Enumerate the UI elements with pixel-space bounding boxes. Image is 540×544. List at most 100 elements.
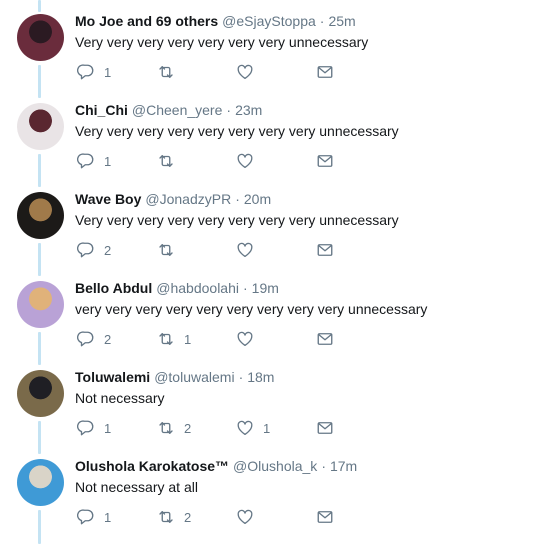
avatar[interactable] bbox=[17, 192, 64, 239]
reply-icon bbox=[77, 330, 95, 348]
retweet-icon bbox=[157, 241, 175, 259]
tweet-actions: 21 bbox=[75, 329, 355, 349]
like-button[interactable] bbox=[236, 62, 263, 82]
user-name[interactable]: Mo Joe and 69 others bbox=[75, 13, 218, 29]
retweet-count: 2 bbox=[184, 509, 192, 525]
direct-message-button[interactable] bbox=[316, 329, 334, 349]
timestamp[interactable]: 23m bbox=[235, 102, 262, 118]
user-handle[interactable]: @Cheen_yere bbox=[132, 102, 223, 118]
retweet-button[interactable]: 1 bbox=[157, 329, 191, 349]
reply-button[interactable]: 2 bbox=[77, 329, 111, 349]
reply-icon bbox=[77, 419, 95, 437]
separator-dot: · bbox=[238, 369, 244, 385]
user-handle[interactable]: @toluwalemi bbox=[154, 369, 234, 385]
reply-button[interactable]: 2 bbox=[77, 240, 111, 260]
reply-button[interactable]: 1 bbox=[77, 418, 111, 438]
direct-message-button[interactable] bbox=[316, 240, 334, 260]
like-button[interactable] bbox=[236, 329, 263, 349]
tweet-header: Wave Boy @JonadzyPR · 20m bbox=[75, 190, 271, 208]
direct-message-icon bbox=[316, 241, 334, 259]
direct-message-button[interactable] bbox=[316, 151, 334, 171]
user-name[interactable]: Chi_Chi bbox=[75, 102, 128, 118]
tweet-text: Very very very very very very very very … bbox=[75, 212, 399, 228]
timestamp[interactable]: 19m bbox=[252, 280, 279, 296]
avatar[interactable] bbox=[17, 459, 64, 506]
retweet-icon bbox=[157, 330, 175, 348]
replie-count: 1 bbox=[104, 509, 112, 525]
avatar[interactable] bbox=[17, 281, 64, 328]
retweet-count: 1 bbox=[184, 331, 192, 347]
retweet-button[interactable]: 2 bbox=[157, 507, 191, 527]
timestamp[interactable]: 20m bbox=[244, 191, 271, 207]
user-handle[interactable]: @Olushola_k bbox=[233, 458, 317, 474]
retweet-button[interactable] bbox=[157, 151, 184, 171]
user-name[interactable]: Toluwalemi bbox=[75, 369, 150, 385]
reply-button[interactable]: 1 bbox=[77, 151, 111, 171]
tweet-text: Very very very very very very very very … bbox=[75, 123, 399, 139]
direct-message-icon bbox=[316, 508, 334, 526]
like-button[interactable] bbox=[236, 151, 263, 171]
timestamp[interactable]: 18m bbox=[247, 369, 274, 385]
tweet-header: Toluwalemi @toluwalemi · 18m bbox=[75, 368, 274, 386]
direct-message-button[interactable] bbox=[316, 62, 334, 82]
tweet[interactable]: Mo Joe and 69 others @eSjayStoppa · 25m Very… bbox=[0, 10, 540, 99]
tweet-actions: 12 bbox=[75, 507, 355, 527]
reply-icon bbox=[77, 152, 95, 170]
tweet-actions: 2 bbox=[75, 240, 355, 260]
avatar[interactable] bbox=[17, 370, 64, 417]
like-icon bbox=[236, 63, 254, 81]
replie-count: 1 bbox=[104, 153, 112, 169]
tweet[interactable]: Wave Boy @JonadzyPR · 20m Very very very ver… bbox=[0, 188, 540, 277]
user-name[interactable]: Olushola Karokatose™ bbox=[75, 458, 229, 474]
retweet-button[interactable] bbox=[157, 240, 184, 260]
like-button[interactable] bbox=[236, 507, 263, 527]
tweet[interactable]: Chi_Chi @Cheen_yere · 23m Very very very ver… bbox=[0, 99, 540, 188]
user-handle[interactable]: @eSjayStoppa bbox=[222, 13, 316, 29]
direct-message-icon bbox=[316, 419, 334, 437]
separator-dot: · bbox=[226, 102, 232, 118]
like-button[interactable]: 1 bbox=[236, 418, 270, 438]
separator-dot: · bbox=[321, 458, 326, 474]
replie-count: 2 bbox=[104, 242, 112, 258]
avatar[interactable] bbox=[17, 14, 64, 61]
retweet-button[interactable] bbox=[157, 62, 184, 82]
direct-message-icon bbox=[316, 63, 334, 81]
like-icon bbox=[236, 419, 254, 437]
tweet-header: Mo Joe and 69 others @eSjayStoppa · 25m bbox=[75, 12, 356, 30]
like-count: 1 bbox=[263, 420, 271, 436]
tweet[interactable]: Toluwalemi @toluwalemi · 18m Not necessary 1 2… bbox=[0, 366, 540, 455]
retweet-count: 2 bbox=[184, 420, 192, 436]
direct-message-icon bbox=[316, 152, 334, 170]
like-button[interactable] bbox=[236, 240, 263, 260]
retweet-icon bbox=[157, 508, 175, 526]
tweet-text: Not necessary bbox=[75, 390, 165, 406]
retweet-icon bbox=[157, 63, 175, 81]
direct-message-button[interactable] bbox=[316, 418, 334, 438]
user-handle[interactable]: @JonadzyPR bbox=[145, 191, 231, 207]
separator-dot: · bbox=[319, 13, 325, 29]
reply-button[interactable]: 1 bbox=[77, 62, 111, 82]
like-icon bbox=[236, 152, 254, 170]
user-name[interactable]: Wave Boy bbox=[75, 191, 141, 207]
reply-thread: Mo Joe and 69 others @eSjayStoppa · 25m Very… bbox=[0, 0, 540, 544]
tweet-text: very very very very very very very very … bbox=[75, 301, 428, 317]
timestamp[interactable]: 25m bbox=[328, 13, 355, 29]
like-icon bbox=[236, 508, 254, 526]
retweet-button[interactable]: 2 bbox=[157, 418, 191, 438]
reply-icon bbox=[77, 63, 95, 81]
replie-count: 1 bbox=[104, 420, 112, 436]
replie-count: 1 bbox=[104, 64, 112, 80]
replie-count: 2 bbox=[104, 331, 112, 347]
tweet[interactable]: Olushola Karokatose™ @Olushola_k · 17m Not n… bbox=[0, 455, 540, 544]
user-name[interactable]: Bello Abdul bbox=[75, 280, 152, 296]
like-icon bbox=[236, 241, 254, 259]
reply-button[interactable]: 1 bbox=[77, 507, 111, 527]
tweet-header: Olushola Karokatose™ @Olushola_k · 17m bbox=[75, 457, 357, 475]
user-handle[interactable]: @habdoolahi bbox=[156, 280, 239, 296]
direct-message-button[interactable] bbox=[316, 507, 334, 527]
tweet[interactable]: Bello Abdul @habdoolahi · 19m very very very… bbox=[0, 277, 540, 366]
avatar[interactable] bbox=[17, 103, 64, 150]
timestamp[interactable]: 17m bbox=[330, 458, 357, 474]
separator-dot: · bbox=[243, 280, 248, 296]
tweet-text: Not necessary at all bbox=[75, 479, 198, 495]
